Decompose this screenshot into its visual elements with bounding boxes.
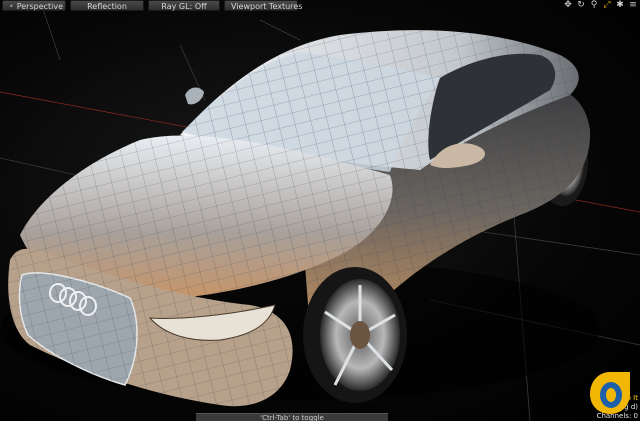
dropdown-dot-icon: • (9, 2, 14, 11)
fit-icon[interactable]: ⤢ (602, 0, 612, 11)
textures-label: Viewport Textures (231, 2, 303, 11)
toggle-hint: 'Ctrl-Tab' to toggle (196, 413, 388, 421)
3d-viewport[interactable]: • Perspective Reflection Ray GL: Off View… (0, 0, 640, 421)
front-wheel (303, 267, 407, 403)
settings-icon[interactable]: ✱ (615, 0, 625, 11)
projection-dropdown[interactable]: • Perspective (2, 0, 66, 11)
rotate-icon[interactable]: ↻ (576, 0, 586, 11)
car-scene[interactable] (0, 0, 640, 421)
viewport-nav-icons: ✥ ↻ ⚲ ⤢ ✱ ≡ (563, 0, 638, 11)
raygl-button[interactable]: Ray GL: Off (148, 0, 220, 11)
viewport-toolbar: • Perspective Reflection Ray GL: Off View… (0, 0, 640, 11)
move-icon[interactable]: ✥ (563, 0, 573, 11)
projection-label: Perspective (16, 2, 64, 11)
left-mirror (185, 87, 204, 105)
reflection-button[interactable]: Reflection (70, 0, 144, 11)
reflection-label: Reflection (87, 2, 127, 11)
viewport-textures-button[interactable]: Viewport Textures (224, 0, 302, 11)
zoom-icon[interactable]: ⚲ (589, 0, 599, 11)
menu-icon[interactable]: ≡ (628, 0, 638, 11)
watermark-logo-icon (590, 372, 630, 414)
raygl-label: Ray GL: Off (161, 2, 207, 11)
